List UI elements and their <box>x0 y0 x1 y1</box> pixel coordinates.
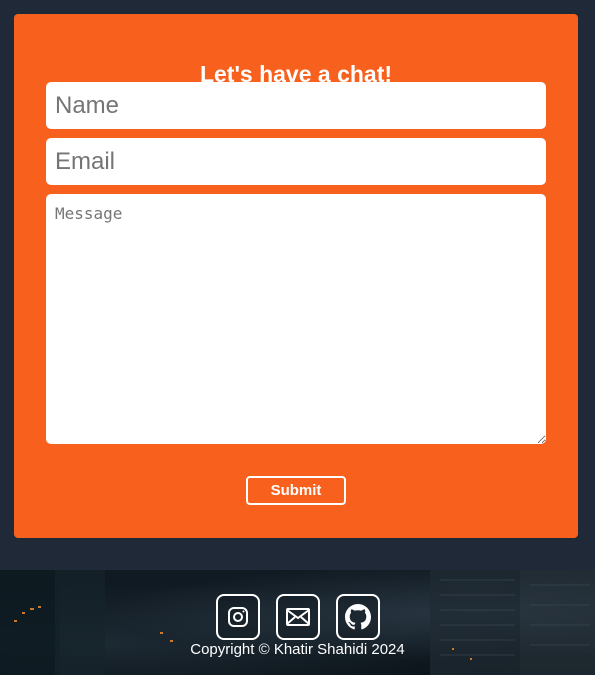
message-textarea[interactable] <box>46 194 546 444</box>
instagram-link[interactable] <box>215 594 260 640</box>
submit-button[interactable]: Submit <box>246 476 346 505</box>
github-icon <box>344 604 371 630</box>
github-link[interactable] <box>335 594 380 640</box>
footer: Copyright © Khatir Shahidi 2024 <box>0 570 595 675</box>
instagram-icon <box>227 607 248 627</box>
copyright-text: Copyright © Khatir Shahidi 2024 <box>190 641 405 658</box>
email-input[interactable] <box>46 138 546 185</box>
contact-form-card: Let's have a chat! Submit <box>14 14 578 538</box>
name-input[interactable] <box>46 82 546 129</box>
email-link[interactable] <box>275 594 320 640</box>
mail-icon <box>285 608 310 626</box>
social-links <box>0 594 595 640</box>
